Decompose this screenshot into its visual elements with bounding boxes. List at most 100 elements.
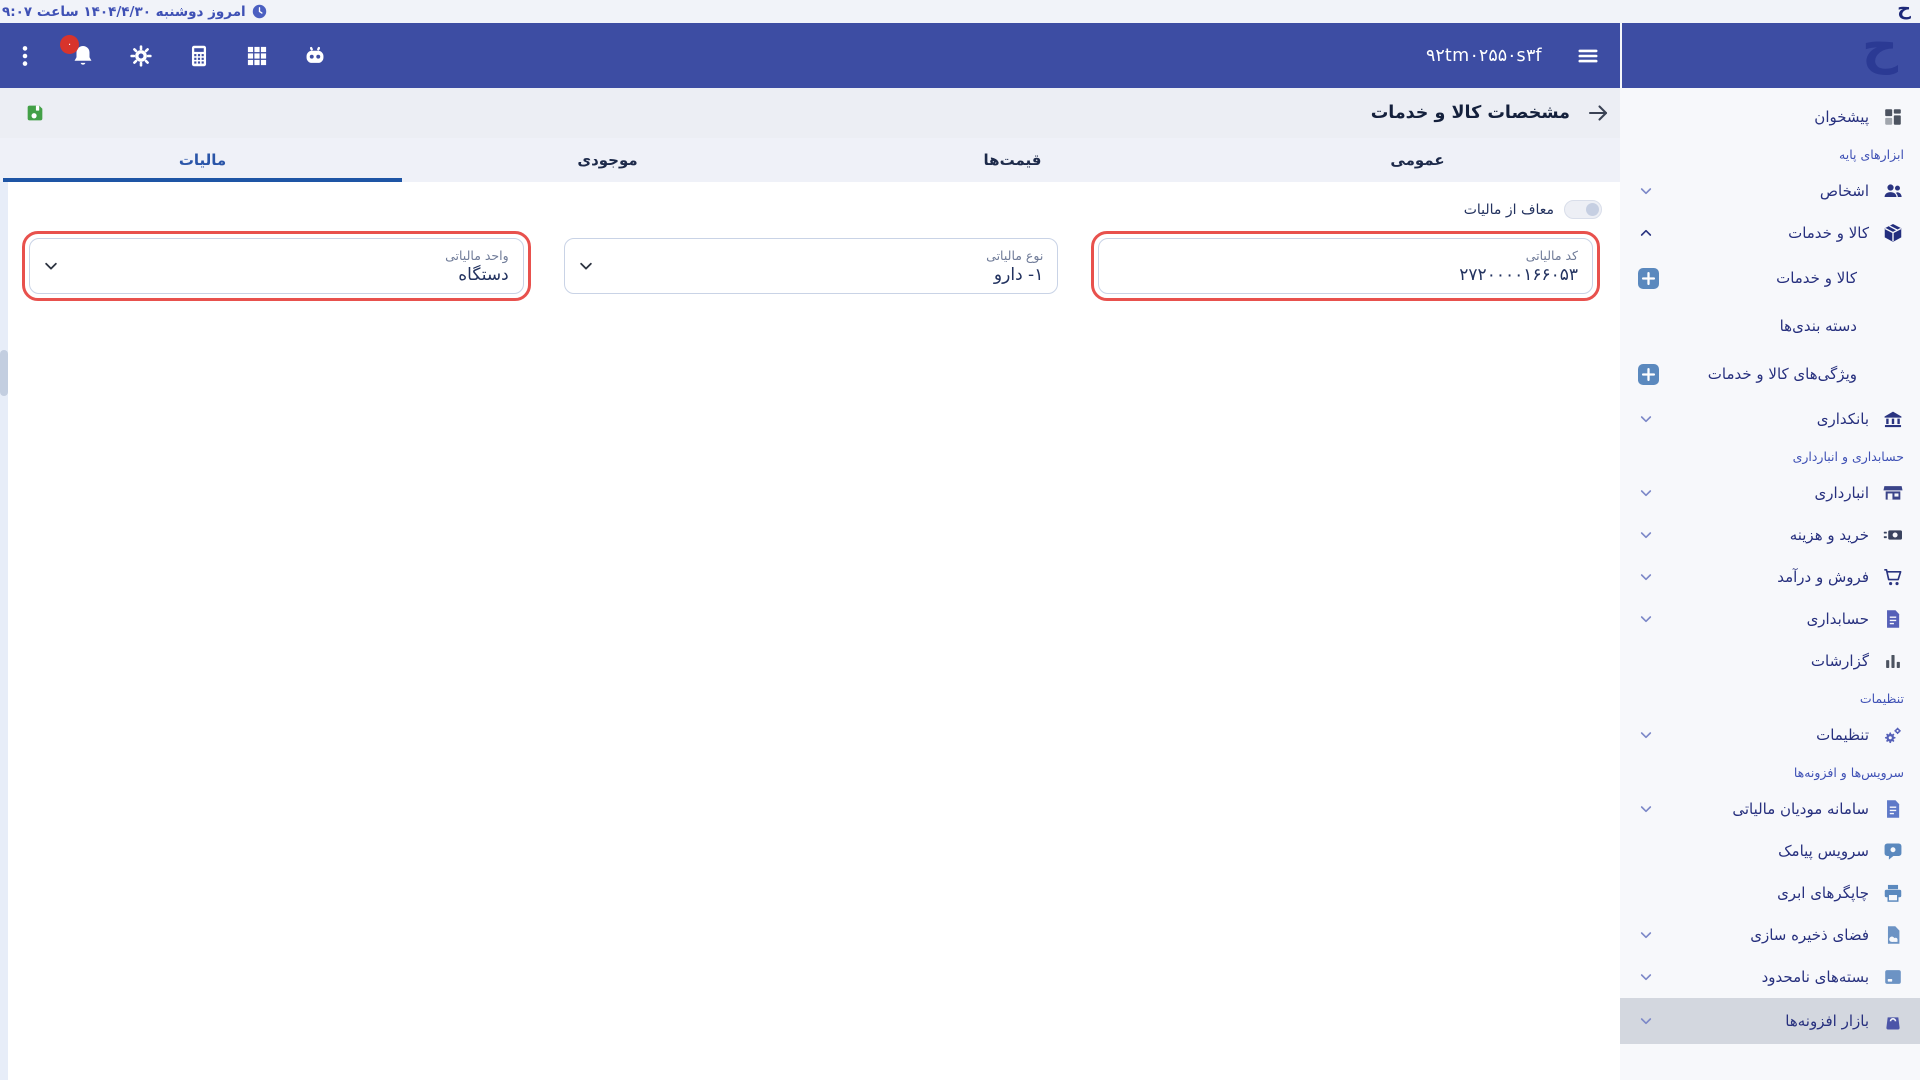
sidebar-item-label: بانکداری bbox=[1817, 410, 1869, 428]
sidebar-section-label: سرویس‌ها و افزونه‌ها bbox=[1620, 756, 1920, 788]
sidebar-item-purchase-money[interactable]: خرید و هزینه bbox=[1620, 514, 1920, 556]
chevron-down-icon bbox=[577, 257, 595, 275]
sidebar-item-label: گزارشات bbox=[1811, 652, 1869, 670]
sidebar-item-settings-gears[interactable]: تنظیمات bbox=[1620, 714, 1920, 756]
tax-code-value: ۲۷۲۰۰۰۰۱۶۶۰۵۳ bbox=[1113, 265, 1578, 285]
sidebar-item-label: انبارداری bbox=[1814, 484, 1869, 502]
sidebar-item-goods-box[interactable]: کالا و خدمات bbox=[1620, 212, 1920, 254]
tab-قیمت‌ها[interactable]: قیمت‌ها bbox=[810, 138, 1215, 182]
people-icon bbox=[1882, 180, 1904, 202]
unlimited-packages-icon bbox=[1882, 966, 1904, 988]
sidebar-item-sub[interactable]: ویژگی‌های کالا و خدمات bbox=[1620, 350, 1920, 398]
chevron-down-icon bbox=[1638, 411, 1654, 427]
sidebar-item-people[interactable]: اشخاص bbox=[1620, 170, 1920, 212]
main-panel: مشخصات کالا و خدمات عمومیقیمت‌هاموجودیما… bbox=[0, 88, 1620, 1080]
tax-code-highlight-ring: کد مالیاتی۲۷۲۰۰۰۰۱۶۶۰۵۳ bbox=[1091, 231, 1600, 301]
sidebar-section-label: ابزارهای پایه bbox=[1620, 138, 1920, 170]
clock-icon bbox=[251, 3, 268, 20]
sidebar-item-accounting-document[interactable]: حسابداری bbox=[1620, 598, 1920, 640]
page-toolbar: مشخصات کالا و خدمات bbox=[0, 88, 1620, 138]
tax-code-input[interactable]: کد مالیاتی۲۷۲۰۰۰۰۱۶۶۰۵۳ bbox=[1098, 238, 1593, 294]
current-date-time: امروز دوشنبه ۱۴۰۴/۴/۳۰ ساعت ۹:۰۷ bbox=[2, 0, 268, 23]
sidebar-item-sms-service[interactable]: سرویس پیامک bbox=[1620, 830, 1920, 872]
sidebar-item-reports-chart[interactable]: گزارشات bbox=[1620, 640, 1920, 682]
calculator-icon[interactable] bbox=[186, 43, 212, 69]
sidebar-item-sales-cart[interactable]: فروش و درآمد bbox=[1620, 556, 1920, 598]
brand-logo-small: ح bbox=[1897, 0, 1911, 20]
sidebar-item-tax-system-document[interactable]: سامانه مودیان مالیاتی bbox=[1620, 788, 1920, 830]
sidebar-item-unlimited-packages[interactable]: بسته‌های نامحدود bbox=[1620, 956, 1920, 998]
chevron-up-icon bbox=[1638, 225, 1654, 241]
tab-مالیات[interactable]: مالیات bbox=[0, 138, 405, 182]
tax-fields-row: کد مالیاتی۲۷۲۰۰۰۰۱۶۶۰۵۳ نوع مالیاتی ۱- دار… bbox=[0, 219, 1620, 301]
chevron-down-icon bbox=[1638, 969, 1654, 985]
tax-unit-value: دستگاه bbox=[44, 265, 509, 285]
sidebar-item-label: سامانه مودیان مالیاتی bbox=[1732, 800, 1869, 818]
sidebar-item-label: دسته بندی‌ها bbox=[1780, 317, 1857, 335]
scrollbar-track[interactable] bbox=[0, 182, 8, 1080]
sidebar-item-warehouse[interactable]: انبارداری bbox=[1620, 472, 1920, 514]
cloud-printer-icon bbox=[1882, 882, 1904, 904]
chevron-down-icon bbox=[1638, 485, 1654, 501]
sidebar-item-label: بسته‌های نامحدود bbox=[1762, 968, 1869, 986]
sidebar-item-label: فضای ذخیره سازی bbox=[1750, 926, 1869, 944]
chevron-down-icon bbox=[1638, 801, 1654, 817]
add-button[interactable] bbox=[1638, 268, 1659, 289]
chevron-down-icon bbox=[1638, 569, 1654, 585]
tax-exempt-label: معاف از مالیات bbox=[1464, 202, 1554, 218]
tax-type-wrapper: نوع مالیاتی ۱- دارو bbox=[557, 231, 1066, 301]
settings-gear-icon[interactable] bbox=[128, 43, 154, 69]
sidebar-item-dashboard[interactable]: پیشخوان bbox=[1620, 96, 1920, 138]
appbar-icon-group: ۰ bbox=[12, 23, 328, 88]
tab-موجودی[interactable]: موجودی bbox=[405, 138, 810, 182]
date-text: امروز دوشنبه ۱۴۰۴/۴/۳۰ ساعت ۹:۰۷ bbox=[2, 4, 246, 20]
chevron-down-icon bbox=[1638, 727, 1654, 743]
date-strip: امروز دوشنبه ۱۴۰۴/۴/۳۰ ساعت ۹:۰۷ ح bbox=[0, 0, 1920, 23]
sidebar-item-label: اشخاص bbox=[1820, 182, 1869, 200]
notifications-bell-icon[interactable]: ۰ bbox=[70, 43, 96, 69]
chevron-down-icon bbox=[1638, 1013, 1654, 1029]
addons-bag-icon bbox=[1882, 1010, 1904, 1032]
sidebar-item-bank[interactable]: بانکداری bbox=[1620, 398, 1920, 440]
tax-unit-highlight-ring: واحد مالیاتیدستگاه bbox=[22, 231, 531, 301]
chevron-down-icon bbox=[1638, 527, 1654, 543]
toggle-knob bbox=[1586, 203, 1599, 216]
sidebar-section-label: تنظیمات bbox=[1620, 682, 1920, 714]
sms-service-icon bbox=[1882, 840, 1904, 862]
settings-gears-icon bbox=[1882, 724, 1904, 746]
company-code: ۹۲tm۰۲۵۵۰s۳f bbox=[1426, 46, 1542, 66]
sidebar-item-label: تنظیمات bbox=[1816, 726, 1869, 744]
apps-grid-icon[interactable] bbox=[244, 43, 270, 69]
sidebar-item-cloud-printer[interactable]: چاپگرهای ابری bbox=[1620, 872, 1920, 914]
assistant-robot-icon[interactable] bbox=[302, 43, 328, 69]
sidebar-item-label: کالا و خدمات bbox=[1788, 224, 1869, 242]
sidebar-item-label: خرید و هزینه bbox=[1790, 526, 1869, 544]
add-button[interactable] bbox=[1638, 364, 1659, 385]
back-arrow-icon[interactable] bbox=[1586, 101, 1610, 125]
tab-content: معاف از مالیات کد مالیاتی۲۷۲۰۰۰۰۱۶۶۰۵۳ نو… bbox=[0, 182, 1620, 1080]
sidebar-navigation: پیشخوانابزارهای پایه اشخاص کالا و خدمات کال… bbox=[1620, 88, 1920, 1080]
tax-exempt-toggle[interactable] bbox=[1564, 200, 1602, 219]
sidebar-item-label: بازار افزونه‌ها bbox=[1785, 1012, 1869, 1030]
tax-unit-select[interactable]: واحد مالیاتیدستگاه bbox=[29, 238, 524, 294]
dashboard-icon bbox=[1882, 106, 1904, 128]
sidebar-item-label: حسابداری bbox=[1807, 610, 1869, 628]
chevron-down-icon bbox=[1638, 611, 1654, 627]
sidebar-item-label: کالا و خدمات bbox=[1776, 269, 1857, 287]
sidebar-item-addons-bag[interactable]: بازار افزونه‌ها bbox=[1620, 998, 1920, 1044]
tax-system-document-icon bbox=[1882, 798, 1904, 820]
scrollbar-thumb[interactable] bbox=[0, 350, 8, 396]
sidebar-section-label: حسابداری و انبارداری bbox=[1620, 440, 1920, 472]
kebab-menu-icon[interactable] bbox=[12, 43, 38, 69]
tab-عمومی[interactable]: عمومی bbox=[1215, 138, 1620, 182]
tax-type-label: نوع مالیاتی bbox=[579, 248, 1044, 263]
save-button[interactable] bbox=[24, 102, 46, 124]
sidebar-item-sub[interactable]: کالا و خدمات bbox=[1620, 254, 1920, 302]
tax-type-value: ۱- دارو bbox=[579, 265, 1044, 285]
sidebar-item-sub[interactable]: دسته بندی‌ها bbox=[1620, 302, 1920, 350]
hamburger-menu-icon[interactable] bbox=[1576, 44, 1600, 68]
chevron-down-icon bbox=[1638, 927, 1654, 943]
sidebar-item-storage-cloud-file[interactable]: فضای ذخیره سازی bbox=[1620, 914, 1920, 956]
sidebar-header: ح bbox=[1620, 23, 1920, 88]
tax-type-select[interactable]: نوع مالیاتی ۱- دارو bbox=[564, 238, 1059, 294]
